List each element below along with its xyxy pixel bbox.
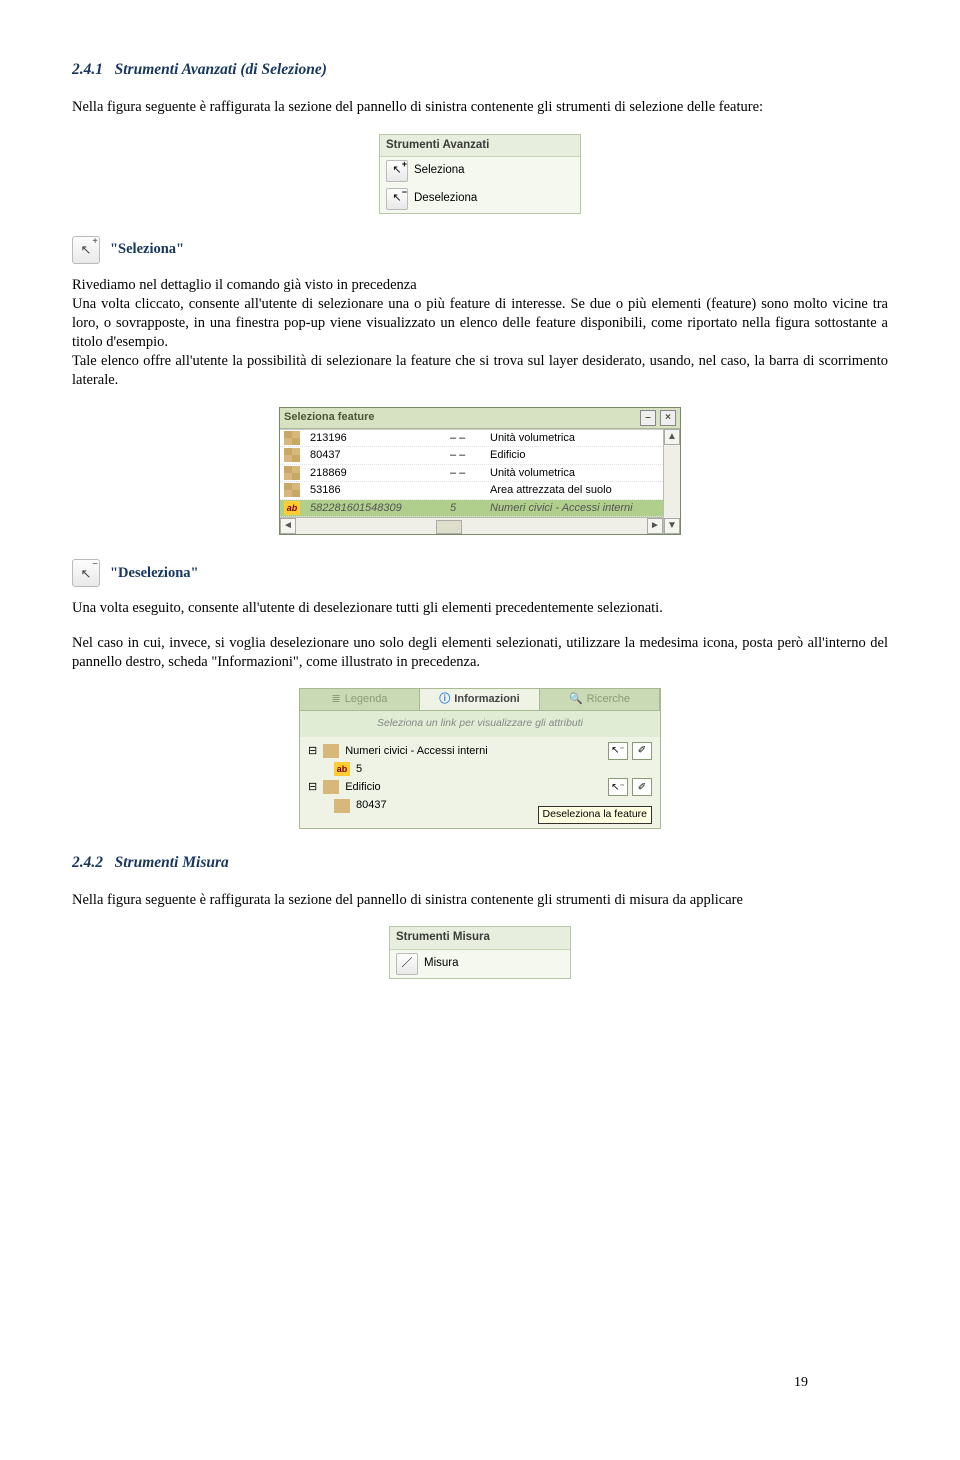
polygon-icon xyxy=(284,483,300,497)
figure-feature-popup: Seleziona feature – × 213196 – – Unità vol… xyxy=(279,407,681,536)
section-number: 2.4.2 xyxy=(72,854,103,871)
collapse-icon[interactable]: ⊟ xyxy=(308,780,317,795)
figure-info-panel: ≣ Legenda ⓘ Informazioni 🔍 Ricerche Selezio… xyxy=(299,688,661,828)
tool-label: "Seleziona" xyxy=(110,240,184,259)
tab-ricerche[interactable]: 🔍 Ricerche xyxy=(540,689,660,710)
feature-id: 80437 xyxy=(310,448,440,463)
layer-name: Numeri civici - Accessi interni xyxy=(345,744,487,759)
figure-strumenti-misura: Strumenti Misura ／ Misura xyxy=(389,926,571,978)
panel-row-misura[interactable]: ／ Misura xyxy=(390,950,570,978)
feature-layer: Numeri civici - Accessi interni xyxy=(490,501,659,516)
tool-label: "Deseleziona" xyxy=(110,564,199,583)
tool-heading-deseleziona: ↖− "Deseleziona" xyxy=(72,559,888,587)
section-number: 2.4.1 xyxy=(72,61,103,78)
feature-col2: – – xyxy=(450,431,480,446)
info-icon: ⓘ xyxy=(439,692,450,707)
scroll-thumb[interactable] xyxy=(436,520,462,534)
ab-icon: ab xyxy=(284,501,300,515)
minimize-icon[interactable]: – xyxy=(640,410,656,426)
deselect-feature-button[interactable]: ↖⁻ xyxy=(608,742,628,760)
panel-row-label: Seleziona xyxy=(414,163,465,178)
tab-label: Informazioni xyxy=(454,692,519,707)
layers-icon: ≣ xyxy=(331,692,340,707)
feature-layer: Unità volumetrica xyxy=(490,466,659,481)
cursor-minus-icon: ↖− xyxy=(386,188,408,210)
panel-row-seleziona[interactable]: ↖+ Seleziona xyxy=(380,157,580,185)
feature-col2: – – xyxy=(450,466,480,481)
tree-feature-row[interactable]: ab 5 xyxy=(308,761,652,778)
paragraph: Una volta cliccato, consente all'utente … xyxy=(72,295,888,352)
section-heading-2: 2.4.2 Strumenti Misura xyxy=(72,853,888,873)
layer-icon xyxy=(323,780,339,794)
horizontal-scrollbar[interactable]: ◄ ► xyxy=(280,517,663,534)
tooltip: Deseleziona la feature xyxy=(538,806,652,824)
intro-paragraph-2: Nella figura seguente è raffigurata la s… xyxy=(72,891,888,910)
scroll-left-icon[interactable]: ◄ xyxy=(280,518,296,534)
panel-title: Strumenti Avanzati xyxy=(380,135,580,157)
paragraph: Nel caso in cui, invece, si voglia desel… xyxy=(72,634,888,672)
cursor-plus-icon: ↖+ xyxy=(72,236,100,264)
ab-icon: ab xyxy=(334,762,350,776)
list-item[interactable]: ab 582281601548309 5 Numeri civici - Access… xyxy=(280,500,663,518)
brush-icon[interactable]: ✐ xyxy=(632,778,652,796)
list-item[interactable]: 80437 – – Edificio xyxy=(280,447,663,465)
panel-title: Strumenti Misura xyxy=(390,927,570,949)
feature-id: 5 xyxy=(356,762,362,777)
tab-informazioni[interactable]: ⓘ Informazioni xyxy=(420,689,540,710)
panel-hint: Seleziona un link per visualizzare gli a… xyxy=(300,711,660,737)
list-item[interactable]: 213196 – – Unità volumetrica xyxy=(280,430,663,448)
polygon-icon xyxy=(334,799,350,813)
polygon-icon xyxy=(284,431,300,445)
feature-list: 213196 – – Unità volumetrica 80437 – – Edific… xyxy=(280,429,663,518)
feature-id: 582281601548309 xyxy=(310,501,440,516)
panel-row-label: Misura xyxy=(424,956,459,971)
tab-label: Ricerche xyxy=(587,692,630,707)
tab-legenda[interactable]: ≣ Legenda xyxy=(300,689,420,710)
collapse-icon[interactable]: ⊟ xyxy=(308,744,317,759)
deselect-feature-button[interactable]: ↖⁻ xyxy=(608,778,628,796)
feature-id: 80437 xyxy=(356,798,387,813)
close-icon[interactable]: × xyxy=(660,410,676,426)
scroll-right-icon[interactable]: ► xyxy=(647,518,663,534)
search-icon: 🔍 xyxy=(569,692,583,707)
popup-titlebar: Seleziona feature – × xyxy=(280,408,680,429)
tool-heading-seleziona: ↖+ "Seleziona" xyxy=(72,236,888,264)
brush-icon[interactable]: ✐ xyxy=(632,742,652,760)
feature-id: 213196 xyxy=(310,431,440,446)
paragraph: Una volta eseguito, consente all'utente … xyxy=(72,599,888,618)
layer-name: Edificio xyxy=(345,780,380,795)
layer-icon xyxy=(323,744,339,758)
polygon-icon xyxy=(284,466,300,480)
intro-paragraph-1: Nella figura seguente è raffigurata la s… xyxy=(72,98,888,117)
panel-row-label: Deseleziona xyxy=(414,191,477,206)
paragraph: Rivediamo nel dettaglio il comando già v… xyxy=(72,276,888,295)
section-heading-1: 2.4.1 Strumenti Avanzati (di Selezione) xyxy=(72,60,888,80)
feature-id: 218869 xyxy=(310,466,440,481)
page-number: 19 xyxy=(794,1374,808,1392)
section-title: Strumenti Avanzati (di Selezione) xyxy=(115,61,327,78)
tree-layer-row[interactable]: ⊟ Edificio ↖⁻ ✐ xyxy=(308,777,652,797)
tab-label: Legenda xyxy=(345,692,388,707)
cursor-plus-icon: ↖+ xyxy=(386,160,408,182)
feature-col2: 5 xyxy=(450,501,480,516)
panel-row-deseleziona[interactable]: ↖− Deseleziona xyxy=(380,185,580,213)
popup-title: Seleziona feature xyxy=(284,410,374,425)
ruler-icon: ／ xyxy=(396,953,418,975)
feature-layer: Unità volumetrica xyxy=(490,431,659,446)
feature-layer: Area attrezzata del suolo xyxy=(490,483,659,498)
scroll-down-icon[interactable]: ▼ xyxy=(664,518,680,534)
vertical-scrollbar[interactable]: ▲ ▼ xyxy=(663,429,680,535)
feature-id: 53186 xyxy=(310,483,440,498)
feature-layer: Edificio xyxy=(490,448,659,463)
feature-col2: – – xyxy=(450,448,480,463)
paragraph: Tale elenco offre all'utente la possibil… xyxy=(72,352,888,390)
figure-strumenti-avanzati: Strumenti Avanzati ↖+ Seleziona ↖− Desel… xyxy=(379,134,581,214)
list-item[interactable]: 53186 Area attrezzata del suolo xyxy=(280,482,663,500)
cursor-minus-icon: ↖− xyxy=(72,559,100,587)
list-item[interactable]: 218869 – – Unità volumetrica xyxy=(280,465,663,483)
section-title: Strumenti Misura xyxy=(115,854,229,871)
tree-layer-row[interactable]: ⊟ Numeri civici - Accessi interni ↖⁻ ✐ xyxy=(308,741,652,761)
polygon-icon xyxy=(284,448,300,462)
scroll-up-icon[interactable]: ▲ xyxy=(664,429,680,445)
